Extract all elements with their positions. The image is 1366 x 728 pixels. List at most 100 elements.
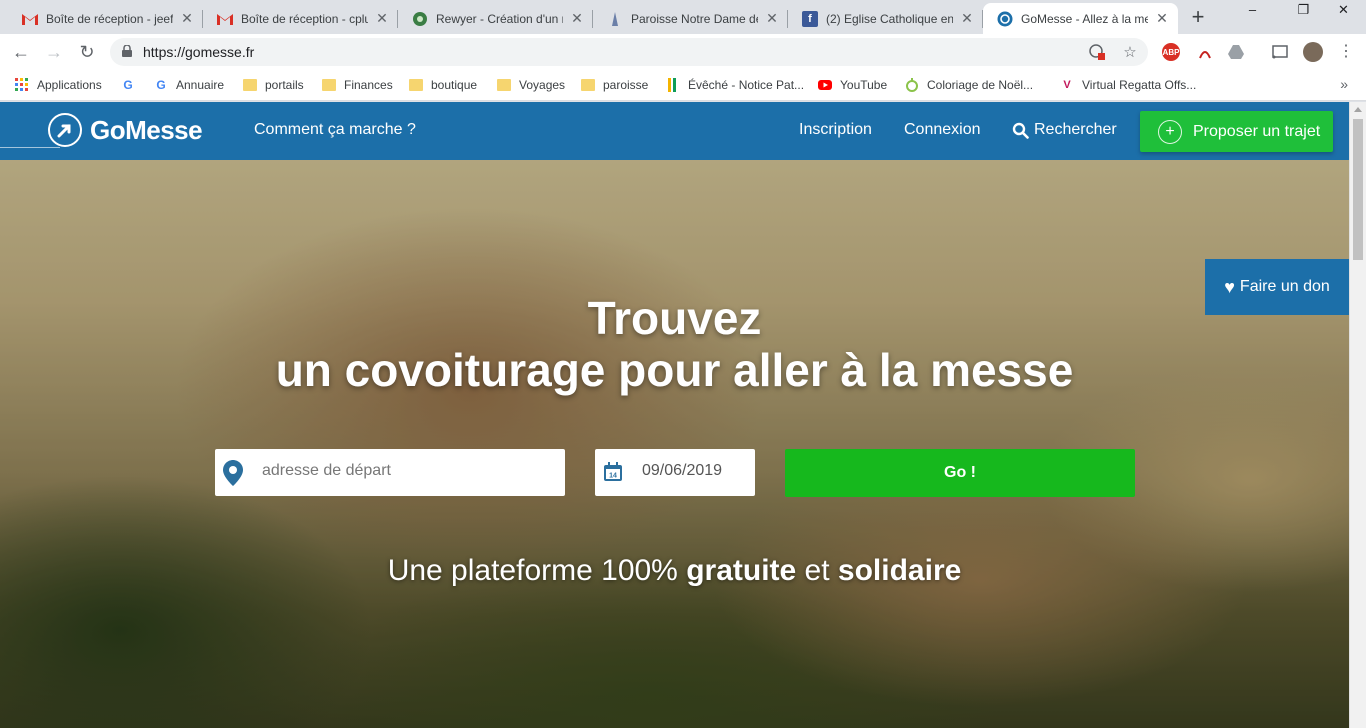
- youtube-icon: [818, 78, 832, 92]
- tab-title: Paroisse Notre Dame de: [631, 11, 758, 26]
- calendar-icon: 14: [604, 462, 622, 481]
- bookmark-label: paroisse: [603, 78, 649, 92]
- bookmark-folder-boutique[interactable]: boutique: [409, 76, 477, 94]
- cast-icon[interactable]: [1271, 43, 1289, 61]
- drive-icon[interactable]: [1227, 43, 1245, 61]
- nav-search-label: Rechercher: [1034, 121, 1117, 138]
- departure-address-field[interactable]: [215, 449, 565, 496]
- tab-gmail-1[interactable]: Boîte de réception - jeef ✕: [8, 3, 203, 34]
- google-icon: G: [123, 78, 133, 92]
- close-icon[interactable]: ✕: [374, 10, 390, 27]
- gomesse-logo[interactable]: GoMesse: [48, 113, 203, 147]
- translate-blocked-icon[interactable]: [1088, 44, 1106, 62]
- browser-toolbar: ← → ↻ https://gomesse.fr ☆ ABP ⋮: [0, 34, 1366, 70]
- tab-rewyer[interactable]: Rewyer - Création d'un n ✕: [398, 3, 593, 34]
- restore-icon[interactable]: ❐: [1281, 0, 1326, 22]
- bookmark-youtube[interactable]: YouTube: [818, 76, 887, 94]
- close-icon[interactable]: ✕: [569, 10, 585, 27]
- propose-trip-button[interactable]: + Proposer un trajet: [1140, 111, 1333, 152]
- tab-title: Boîte de réception - cplu: [241, 11, 368, 26]
- forward-arrow-icon[interactable]: →: [42, 40, 66, 64]
- eveche-icon: [666, 78, 680, 92]
- nav-how-it-works[interactable]: Comment ça marche ?: [254, 121, 416, 139]
- folder-icon: [409, 78, 423, 92]
- bookmark-annuaire[interactable]: G Annuaire: [154, 76, 224, 94]
- tab-title: GoMesse - Allez à la me: [1021, 11, 1148, 26]
- page-scrollbar[interactable]: [1349, 102, 1366, 728]
- bookmark-eveche[interactable]: Évêché - Notice Pat...: [666, 76, 804, 94]
- bookmark-label: Voyages: [519, 78, 566, 92]
- nav-login[interactable]: Connexion: [904, 121, 981, 139]
- nav-signup[interactable]: Inscription: [799, 121, 872, 139]
- back-arrow-icon[interactable]: ←: [9, 40, 33, 64]
- date-field[interactable]: 14: [595, 449, 755, 496]
- bookmark-folder-voyages[interactable]: Voyages: [497, 76, 565, 94]
- bookmark-label: Virtual Regatta Offs...: [1082, 78, 1197, 92]
- tab-gmail-2[interactable]: Boîte de réception - cplu ✕: [203, 3, 398, 34]
- bookmark-applications[interactable]: Applications: [15, 76, 102, 94]
- browser-tab-strip: Boîte de réception - jeef ✕ Boîte de réc…: [0, 0, 1366, 34]
- url-text: https://gomesse.fr: [143, 44, 255, 60]
- minimize-icon[interactable]: –: [1230, 0, 1275, 22]
- bookmark-label: Finances: [344, 78, 393, 92]
- calendar-day: 14: [609, 473, 617, 480]
- hero-title: Trouvez un covoiturage pour aller à la m…: [0, 292, 1349, 396]
- bookmark-label: Applications: [37, 78, 102, 92]
- departure-address-input[interactable]: [262, 462, 552, 480]
- folder-icon: [243, 78, 257, 92]
- pdf-icon[interactable]: [1196, 43, 1214, 61]
- page-viewport: GoMesse Comment ça marche ? Inscription …: [0, 102, 1349, 728]
- tab-title: (2) Eglise Catholique en: [826, 11, 953, 26]
- bookmark-star-icon[interactable]: ☆: [1121, 44, 1139, 62]
- lock-icon: [122, 45, 132, 57]
- bookmark-label: Évêché - Notice Pat...: [688, 78, 805, 92]
- bookmarks-bar: Applications G G Annuaire portails Finan…: [0, 70, 1366, 101]
- bookmark-virtual-regatta[interactable]: V Virtual Regatta Offs...: [1060, 76, 1196, 94]
- folder-icon: [497, 78, 511, 92]
- close-icon[interactable]: ✕: [179, 10, 195, 27]
- bookmark-coloriage[interactable]: Coloriage de Noël...: [905, 76, 1033, 94]
- hero-tagline: Une plateforme 100% gratuite et solidair…: [0, 554, 1349, 588]
- address-bar[interactable]: https://gomesse.fr ☆: [110, 38, 1148, 66]
- bookmark-label: YouTube: [840, 78, 888, 92]
- bookmark-folder-finances[interactable]: Finances: [322, 76, 393, 94]
- virtual-regatta-icon: V: [1063, 79, 1071, 91]
- adblock-plus-icon[interactable]: ABP: [1162, 43, 1180, 61]
- donate-button[interactable]: ♥ Faire un don: [1205, 259, 1349, 315]
- map-pin-icon: [223, 460, 243, 486]
- paroisse-icon: [607, 11, 623, 27]
- reload-icon[interactable]: ↻: [75, 40, 99, 64]
- close-icon[interactable]: ✕: [959, 10, 975, 27]
- close-icon[interactable]: ✕: [764, 10, 780, 27]
- menu-dots-icon[interactable]: ⋮: [1334, 40, 1358, 64]
- close-window-icon[interactable]: ✕: [1321, 0, 1366, 22]
- coloriage-icon: [905, 78, 919, 92]
- avatar[interactable]: [1303, 42, 1323, 62]
- facebook-icon: f: [802, 10, 818, 27]
- go-button[interactable]: Go !: [785, 449, 1135, 497]
- nav-search[interactable]: Rechercher: [1012, 121, 1117, 139]
- gmail-icon: [217, 11, 233, 27]
- logo-text: GoMesse: [90, 114, 203, 145]
- bookmark-label: boutique: [431, 78, 478, 92]
- tab-paroisse[interactable]: Paroisse Notre Dame de ✕: [593, 3, 788, 34]
- date-input[interactable]: [642, 462, 747, 480]
- folder-icon: [581, 78, 595, 92]
- donate-label: Faire un don: [1239, 278, 1330, 295]
- tab-gomesse[interactable]: GoMesse - Allez à la me ✕: [983, 3, 1178, 34]
- heart-icon: ♥: [1224, 276, 1235, 297]
- bookmark-folder-portails[interactable]: portails: [243, 76, 304, 94]
- gomesse-icon: [997, 11, 1013, 27]
- new-tab-button[interactable]: +: [1186, 6, 1210, 30]
- google-icon: G: [156, 78, 166, 92]
- bookmark-folder-paroisse[interactable]: paroisse: [581, 76, 648, 94]
- tab-facebook[interactable]: f (2) Eglise Catholique en ✕: [788, 3, 983, 34]
- close-icon[interactable]: ✕: [1154, 10, 1170, 27]
- bookmarks-overflow-icon[interactable]: »: [1340, 76, 1348, 92]
- scroll-up-arrow-icon[interactable]: [1354, 107, 1362, 112]
- tagline-part2: et: [796, 554, 838, 587]
- bookmark-label: Annuaire: [176, 78, 225, 92]
- scrollbar-thumb[interactable]: [1353, 119, 1363, 260]
- bookmark-google[interactable]: G: [121, 76, 143, 94]
- tagline-bold-free: gratuite: [686, 554, 797, 587]
